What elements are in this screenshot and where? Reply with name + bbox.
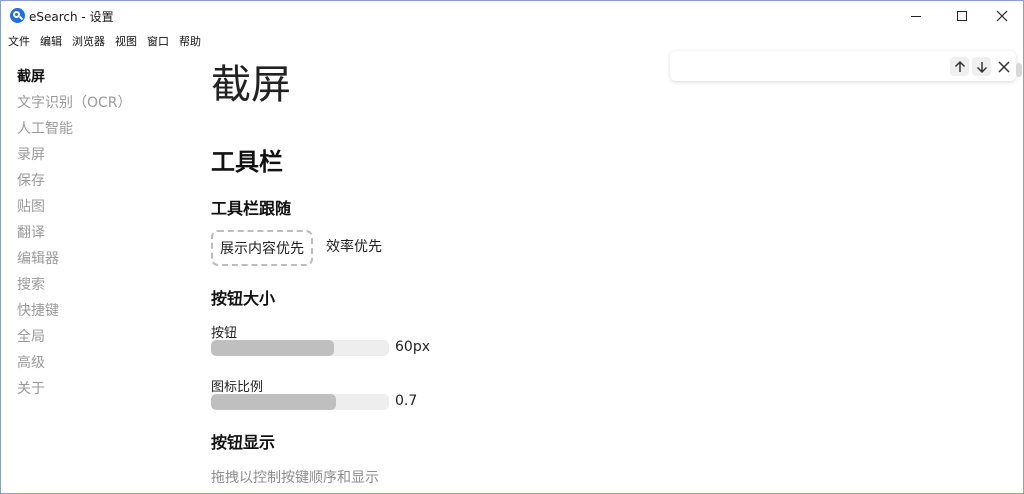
- title-bar[interactable]: eSearch - 设置: [1, 1, 1023, 31]
- menu-help[interactable]: 帮助: [173, 33, 205, 51]
- find-close-button[interactable]: [994, 57, 1013, 76]
- option-content-first[interactable]: 展示内容优先: [211, 230, 313, 266]
- maximize-button[interactable]: [941, 1, 983, 31]
- maximize-icon: [957, 11, 967, 21]
- sidebar-item-advanced[interactable]: 高级: [17, 353, 167, 379]
- option-efficiency-first[interactable]: 效率优先: [319, 230, 389, 266]
- close-icon: [997, 60, 1010, 73]
- minimize-icon: [911, 15, 921, 17]
- icon-ratio-value: 0.7: [395, 393, 418, 409]
- button-size-slider[interactable]: [211, 340, 389, 356]
- menu-window[interactable]: 窗口: [141, 33, 173, 51]
- find-input[interactable]: [676, 56, 946, 76]
- close-icon: [996, 10, 1008, 22]
- button-size-label: 按钮: [211, 326, 238, 341]
- esearch-logo-icon: [10, 8, 25, 23]
- scrollbar-thumb[interactable]: [1016, 63, 1022, 77]
- menu-view[interactable]: 视图: [109, 33, 141, 51]
- page-title: 截屏: [211, 62, 291, 108]
- close-window-button[interactable]: [981, 1, 1023, 31]
- sidebar-item-recording[interactable]: 录屏: [17, 145, 167, 171]
- sidebar-item-about[interactable]: 关于: [17, 379, 167, 405]
- menu-browser[interactable]: 浏览器: [66, 33, 109, 51]
- arrow-down-icon: [976, 61, 987, 73]
- sidebar-item-shortcuts[interactable]: 快捷键: [17, 301, 167, 327]
- menu-bar: 文件 编辑 浏览器 视图 窗口 帮助: [1, 33, 205, 51]
- sidebar-item-search[interactable]: 搜索: [17, 275, 167, 301]
- menu-edit[interactable]: 编辑: [34, 33, 66, 51]
- sidebar-item-global[interactable]: 全局: [17, 327, 167, 353]
- sidebar-item-ocr[interactable]: 文字识别（OCR）: [17, 93, 167, 119]
- sidebar-item-editor[interactable]: 编辑器: [17, 249, 167, 275]
- sidebar-item-save[interactable]: 保存: [17, 171, 167, 197]
- arrow-up-icon: [954, 60, 965, 72]
- icon-ratio-slider-fill: [211, 394, 336, 410]
- settings-window: eSearch - 设置 文件 编辑 浏览器 视图 窗口 帮助 截屏 文字识别（…: [0, 0, 1024, 494]
- sidebar-item-translate[interactable]: 翻译: [17, 223, 167, 249]
- sidebar-item-screenshot[interactable]: 截屏: [17, 67, 167, 93]
- find-previous-button[interactable]: [950, 57, 969, 76]
- section-title-toolbar: 工具栏: [211, 148, 283, 176]
- button-display-heading: 按钮显示: [211, 433, 276, 452]
- sidebar-item-pin[interactable]: 贴图: [17, 197, 167, 223]
- toolbar-follow-heading: 工具栏跟随: [211, 199, 292, 218]
- menu-file[interactable]: 文件: [1, 33, 34, 51]
- button-size-value: 60px: [395, 339, 430, 355]
- toolbar-follow-options: 展示内容优先 效率优先: [211, 230, 389, 266]
- icon-ratio-label: 图标比例: [211, 380, 264, 395]
- find-next-button[interactable]: [972, 57, 991, 76]
- settings-sidebar: 截屏 文字识别（OCR） 人工智能 录屏 保存 贴图 翻译 编辑器 搜索 快捷键…: [17, 67, 167, 405]
- window-title: eSearch - 设置: [29, 10, 114, 24]
- button-size-slider-fill: [211, 340, 334, 356]
- button-size-heading: 按钮大小: [211, 289, 276, 308]
- icon-ratio-slider[interactable]: [211, 394, 389, 410]
- sidebar-item-ai[interactable]: 人工智能: [17, 119, 167, 145]
- find-bar: [670, 51, 1016, 81]
- button-display-hint: 拖拽以控制按键顺序和显示: [211, 470, 379, 486]
- minimize-button[interactable]: [895, 1, 937, 31]
